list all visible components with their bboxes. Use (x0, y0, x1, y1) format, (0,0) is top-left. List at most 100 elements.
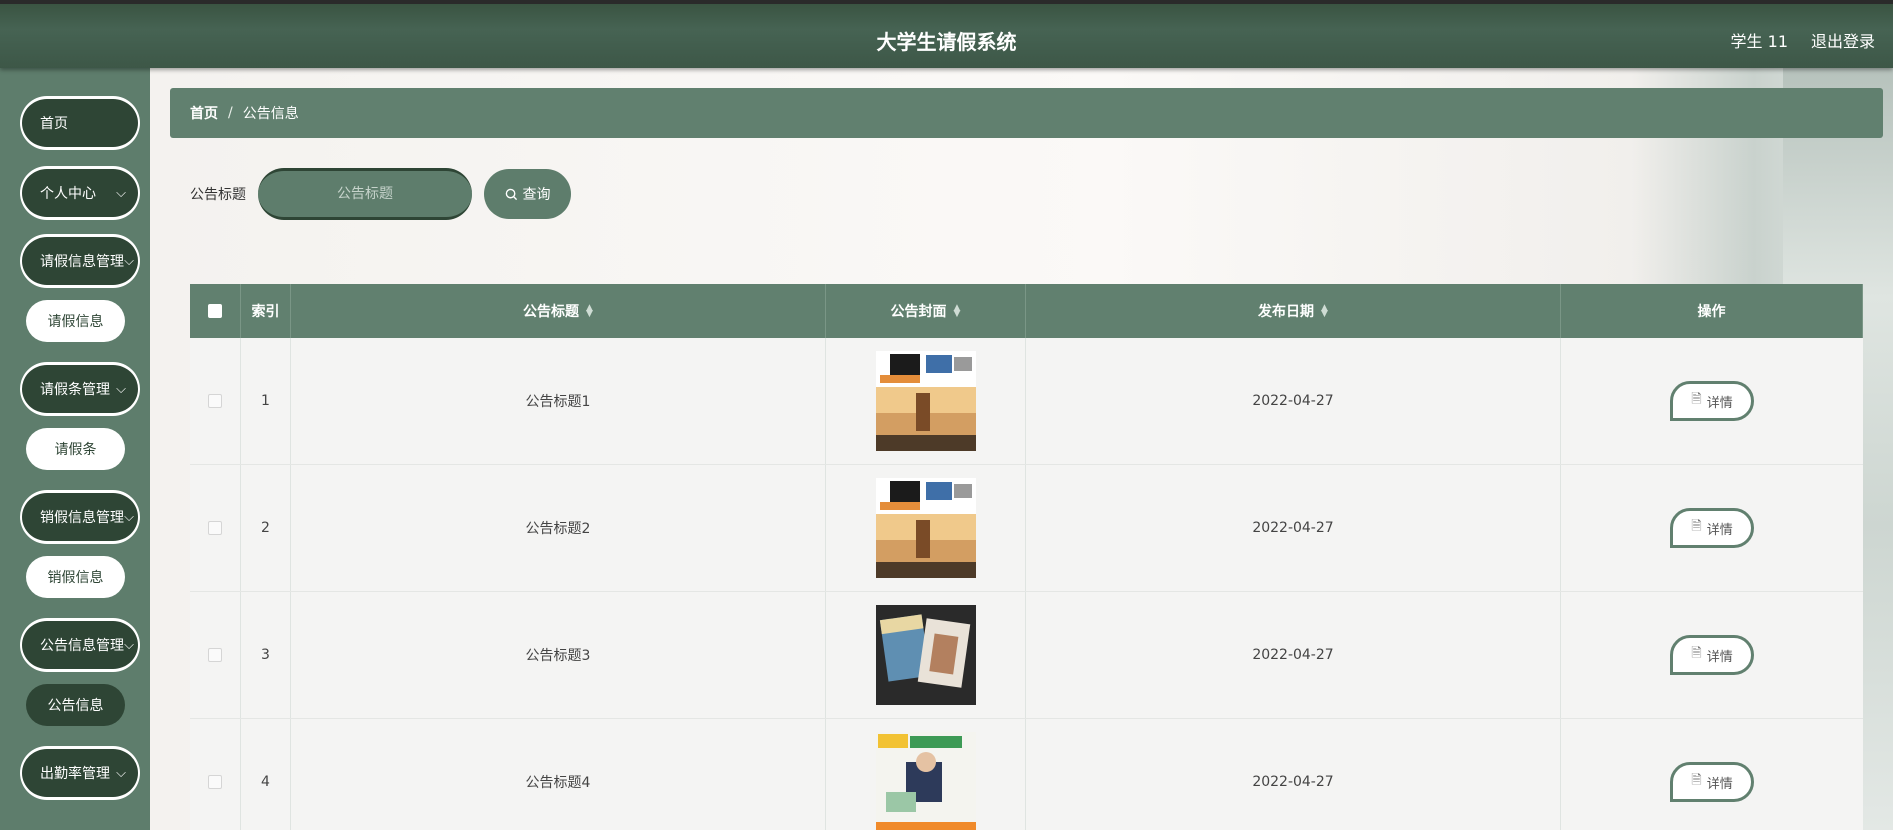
row-select-cell (190, 338, 241, 464)
row-title: 公告标题3 (291, 592, 826, 718)
row-cover-cell (826, 465, 1026, 591)
row-date: 2022-04-27 (1026, 338, 1561, 464)
row-title: 公告标题2 (291, 465, 826, 591)
row-date: 2022-04-27 (1026, 465, 1561, 591)
sidebar-item-attendance-management[interactable]: 出勤率管理 ⌵ (20, 746, 140, 800)
document-icon: 🗎 (1691, 646, 1702, 661)
sidebar-item-label: 请假条 (54, 442, 97, 458)
table-header: 索引 公告标题 ▲ ▼ 公告封面 ▲ ▼ 发布日期 ▲ ▼ 操作 (190, 284, 1863, 338)
breadcrumb-home[interactable]: 首页 (190, 103, 218, 123)
sidebar-item-label: 出勤率管理 (40, 766, 110, 782)
notice-table: 索引 公告标题 ▲▼ 公告封面 ▲▼ 发布日期 ▲▼ 操作 1 公告标题1 (190, 284, 1863, 830)
chevron-down-icon: ⌵ (116, 766, 126, 781)
main-content: 首页 / 公告信息 公告标题 查询 索引 公告标题 ▲▼ 公告封面 ▲▼ (150, 68, 1893, 830)
chevron-down-icon: ⌵ (116, 382, 126, 397)
row-select-cell (190, 465, 241, 591)
table-row: 3 公告标题3 2022-04-27 🗎 详情 (190, 592, 1863, 719)
magazine-cover-image (875, 351, 976, 451)
row-cover-cell (826, 719, 1026, 830)
row-actions: 🗎 详情 (1561, 592, 1863, 718)
current-user: 学生 11 (1730, 32, 1788, 51)
document-icon: 🗎 (1691, 519, 1702, 534)
header-date[interactable]: 发布日期 ▲ ▼ (1026, 284, 1561, 338)
magazine-cover-image (875, 478, 976, 578)
logout-link[interactable]: 退出登录 (1811, 28, 1875, 52)
detail-button[interactable]: 🗎 详情 (1670, 381, 1754, 421)
breadcrumb-separator: / (228, 105, 233, 121)
header-select-cell (190, 284, 241, 338)
sidebar-item-notice-management[interactable]: 公告信息管理 ⌵ (20, 618, 140, 672)
row-actions: 🗎 详情 (1561, 719, 1863, 830)
sort-icon[interactable]: ▲ ▼ (586, 304, 593, 319)
sidebar-item-leave-info-management[interactable]: 请假信息管理 ⌵ (20, 234, 140, 288)
row-title: 公告标题4 (291, 719, 826, 830)
detail-button-label: 详情 (1706, 649, 1733, 665)
row-cover-cell (826, 338, 1026, 464)
row-index: 2 (241, 465, 291, 591)
table-row: 2 公告标题2 2022-04-27 🗎 详情 (190, 465, 1863, 592)
sidebar-item-label: 个人中心 (40, 186, 96, 202)
top-header: 大学生请假系统 学生 11 退出登录 (0, 0, 1893, 68)
sidebar-item-label: 销假信息管理 (40, 510, 124, 526)
row-checkbox[interactable] (208, 521, 222, 535)
sidebar-item-return-info-management[interactable]: 销假信息管理 ⌵ (20, 490, 140, 544)
search-button[interactable]: 查询 (484, 169, 571, 219)
sidebar-item-return-info[interactable]: 销假信息 (26, 556, 125, 598)
chevron-down-icon: ⌵ (116, 186, 126, 201)
row-checkbox[interactable] (208, 394, 222, 408)
row-select-cell (190, 719, 241, 830)
table-row: 1 公告标题1 2022-04-27 🗎 详情 (190, 338, 1863, 465)
detail-button-label: 详情 (1706, 776, 1733, 792)
row-cover-cell (826, 592, 1026, 718)
sidebar-item-leave-note[interactable]: 请假条 (26, 428, 125, 470)
sidebar-item-label: 公告信息 (47, 698, 104, 714)
row-index: 1 (241, 338, 291, 464)
header-cover[interactable]: 公告封面 ▲ ▼ (826, 284, 1026, 338)
sidebar: 首页 个人中心 ⌵ 请假信息管理 ⌵ 请假信息 请假条管理 ⌵ 请假条 销假信息… (0, 68, 150, 830)
search-input[interactable] (258, 168, 472, 220)
row-checkbox[interactable] (208, 775, 222, 789)
search-label: 公告标题 (190, 187, 246, 203)
sidebar-item-personal-center[interactable]: 个人中心 ⌵ (20, 166, 140, 220)
sidebar-item-label: 销假信息 (47, 570, 104, 586)
sidebar-item-home[interactable]: 首页 (20, 96, 140, 150)
chevron-down-icon: ⌵ (124, 510, 134, 525)
search-icon (505, 188, 517, 200)
row-title: 公告标题1 (291, 338, 826, 464)
chevron-down-icon: ⌵ (124, 638, 134, 653)
table-row: 4 公告标题4 2022-04-27 🗎 详情 (190, 719, 1863, 830)
header-title[interactable]: 公告标题 ▲ ▼ (291, 284, 826, 338)
sidebar-item-label: 首页 (40, 116, 68, 132)
breadcrumb-current: 公告信息 (242, 106, 299, 122)
sidebar-item-label: 请假信息 (47, 314, 104, 330)
row-date: 2022-04-27 (1026, 719, 1561, 830)
row-date: 2022-04-27 (1026, 592, 1561, 718)
header-date-label: 发布日期 (1258, 304, 1315, 320)
detail-button[interactable]: 🗎 详情 (1670, 635, 1754, 675)
detail-button-label: 详情 (1706, 522, 1733, 538)
app-title: 大学生请假系统 (876, 30, 1017, 54)
sort-icon[interactable]: ▲ ▼ (1321, 304, 1328, 319)
header-index: 索引 (241, 284, 291, 338)
sidebar-item-label: 请假信息管理 (40, 254, 124, 270)
sidebar-item-leave-info[interactable]: 请假信息 (26, 300, 125, 342)
sidebar-item-notice-info[interactable]: 公告信息 (26, 684, 125, 726)
sidebar-item-leave-note-management[interactable]: 请假条管理 ⌵ (20, 362, 140, 416)
document-icon: 🗎 (1691, 392, 1702, 407)
row-index: 4 (241, 719, 291, 830)
header-title-label: 公告标题 (523, 304, 580, 320)
chevron-down-icon: ⌵ (124, 254, 134, 269)
row-actions: 🗎 详情 (1561, 465, 1863, 591)
detail-button[interactable]: 🗎 详情 (1670, 508, 1754, 548)
magazine-cover-image (875, 732, 976, 830)
row-index: 3 (241, 592, 291, 718)
sort-icon[interactable]: ▲ ▼ (954, 304, 961, 319)
select-all-checkbox[interactable] (208, 304, 222, 318)
row-actions: 🗎 详情 (1561, 338, 1863, 464)
magazine-cover-image (875, 605, 976, 705)
row-checkbox[interactable] (208, 648, 222, 662)
header-cover-label: 公告封面 (890, 304, 947, 320)
sidebar-item-label: 公告信息管理 (40, 638, 124, 654)
detail-button[interactable]: 🗎 详情 (1670, 762, 1754, 802)
header-op: 操作 (1561, 284, 1863, 338)
